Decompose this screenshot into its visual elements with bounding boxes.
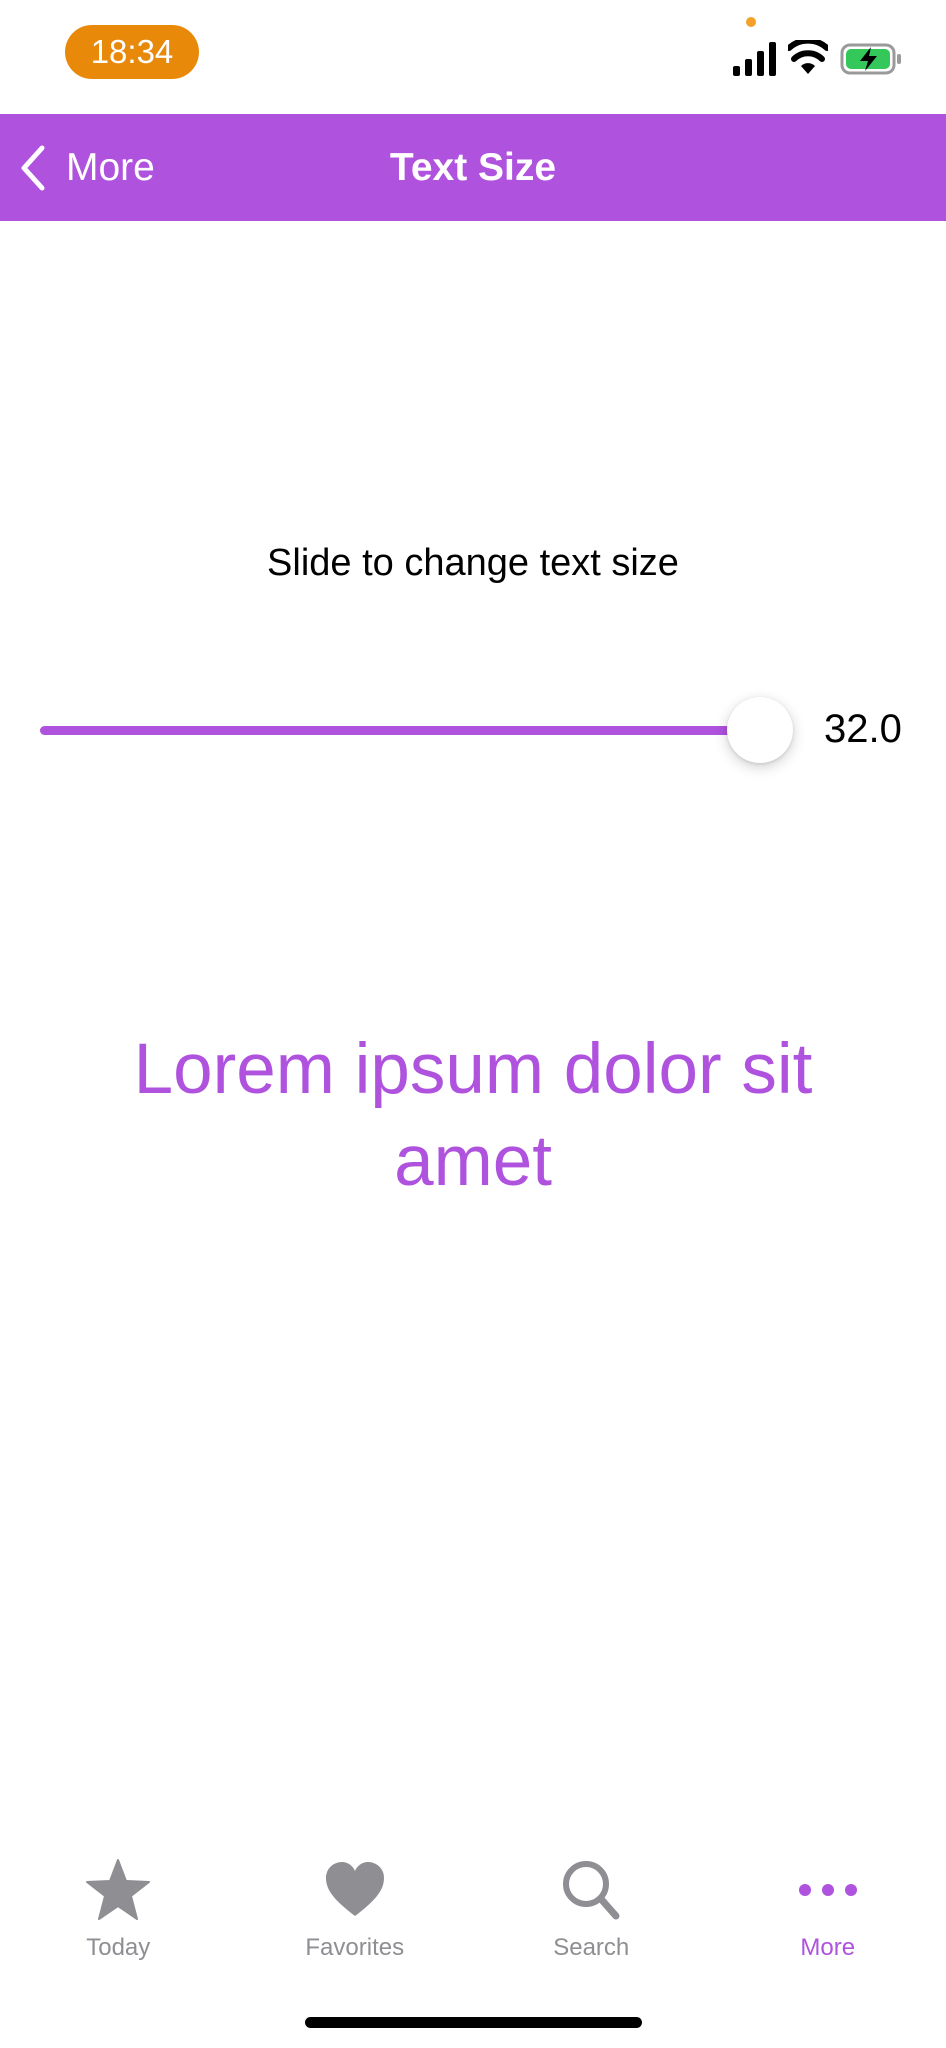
navigation-bar: More Text Size — [0, 114, 946, 221]
tab-more[interactable]: More — [710, 1840, 946, 1961]
tab-label: More — [800, 1934, 856, 1961]
text-size-screen: 18:34 More Text Size Slide to change tex… — [0, 0, 946, 2048]
status-bar: 18:34 — [0, 0, 946, 114]
star-icon — [86, 1859, 151, 1920]
slider-value-label: 32.0 — [824, 707, 902, 751]
tab-search[interactable]: Search — [473, 1840, 710, 1961]
tab-label: Today — [86, 1934, 151, 1961]
magnifying-glass-icon — [563, 1861, 620, 1920]
home-indicator — [305, 2017, 642, 2028]
tab-label: Search — [553, 1934, 630, 1961]
status-time: 18:34 — [65, 25, 199, 79]
battery-charging-icon — [840, 43, 901, 75]
cellular-signal-icon — [733, 42, 776, 76]
more-dots-icon — [798, 1884, 857, 1896]
privacy-indicator-dot — [746, 17, 756, 27]
slider-instruction: Slide to change text size — [267, 542, 679, 584]
back-button[interactable]: More — [18, 140, 155, 196]
heart-icon — [325, 1862, 384, 1916]
tab-bar: Today Favorites Search More — [0, 1840, 946, 1961]
preview-text: Lorem ipsum dolor sit amet — [133, 1030, 813, 1201]
tab-favorites[interactable]: Favorites — [237, 1840, 474, 1961]
tab-label: Favorites — [305, 1934, 405, 1961]
slider-fill — [40, 726, 760, 735]
tab-today[interactable]: Today — [0, 1840, 237, 1961]
slider-thumb[interactable] — [727, 697, 793, 763]
text-size-slider[interactable] — [40, 695, 793, 765]
slider-track[interactable] — [40, 726, 790, 735]
chevron-left-icon — [21, 145, 45, 191]
back-button-label: More — [66, 146, 155, 189]
wifi-icon — [788, 40, 828, 74]
